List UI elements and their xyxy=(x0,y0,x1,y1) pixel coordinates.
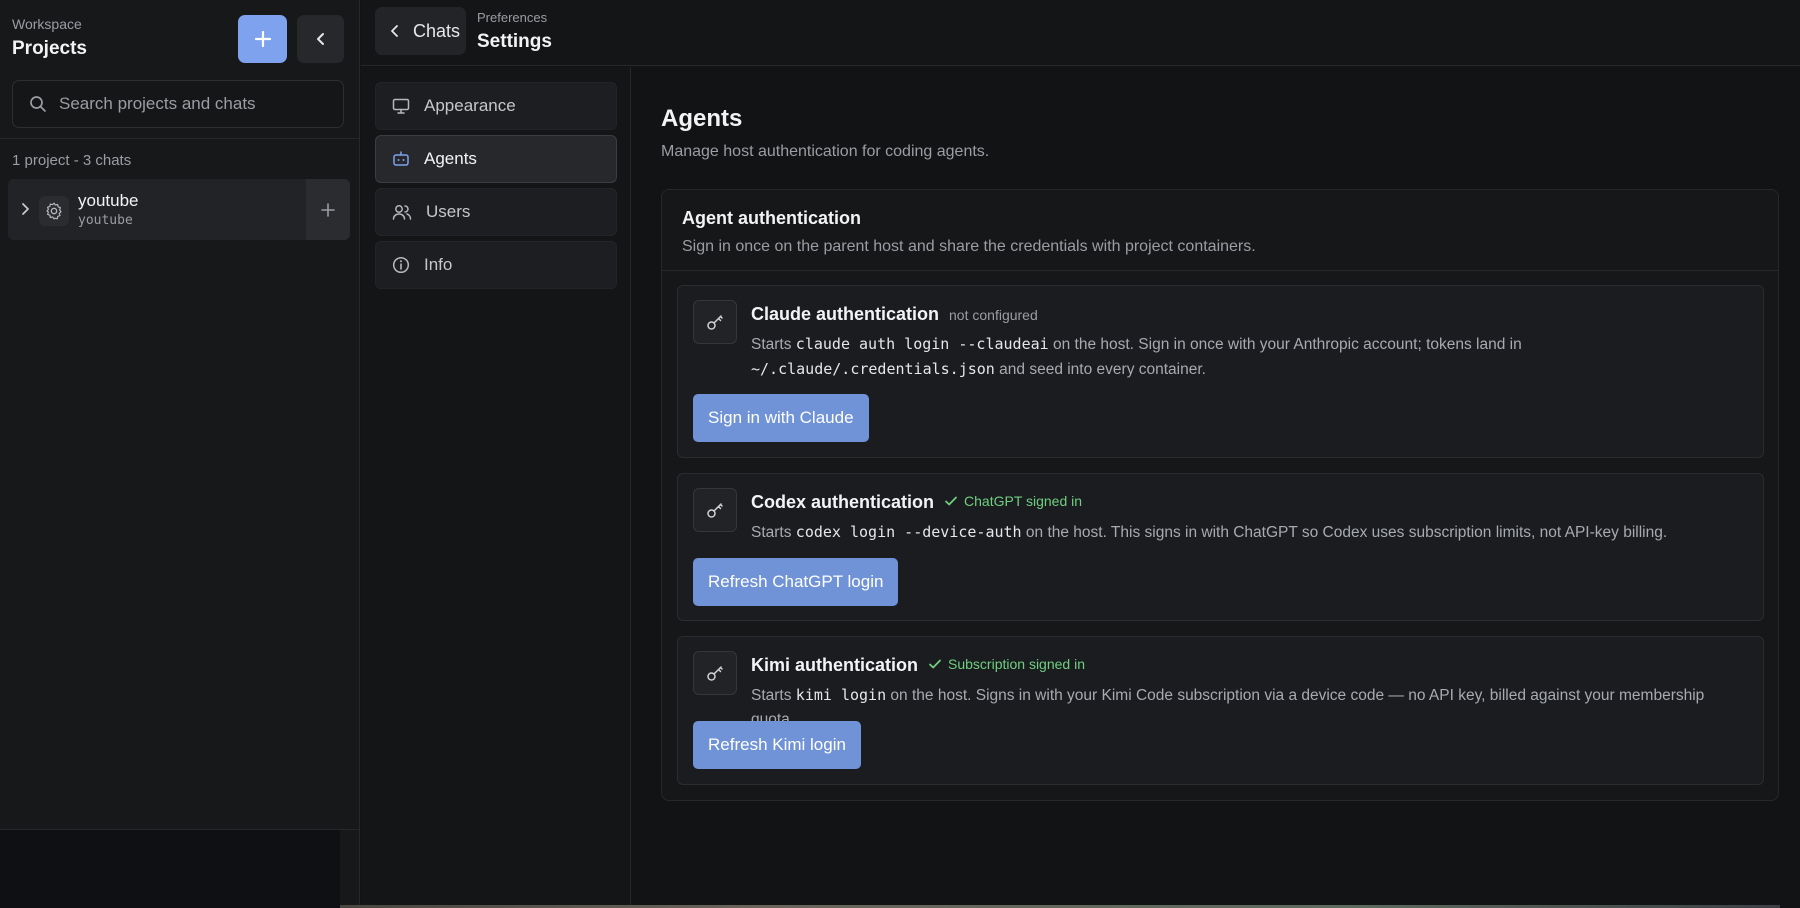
path-code: ~/.claude/.credentials.json xyxy=(751,360,995,378)
search-box[interactable] xyxy=(12,80,344,128)
desc-text: Starts xyxy=(751,687,792,704)
breadcrumb-parent: Preferences xyxy=(477,10,548,25)
command-code: kimi login xyxy=(795,686,887,704)
sidebar-footer xyxy=(0,830,340,908)
plus-icon xyxy=(321,202,335,217)
back-to-chats-button[interactable]: Chats xyxy=(375,7,466,55)
claude-auth-header: Claude authentication not configured xyxy=(751,304,1038,325)
auth-description: Starts codex login --device-auth on the … xyxy=(751,520,1751,545)
sidebar-title: Projects xyxy=(12,38,87,59)
desc-text: Starts xyxy=(751,336,792,353)
monitor-icon xyxy=(392,98,410,114)
card-header: Agent authentication Sign in once on the… xyxy=(682,208,1256,256)
desc-text: and seed into every container. xyxy=(999,361,1206,378)
plus-icon xyxy=(254,30,271,48)
project-count: 1 project - 3 chats xyxy=(12,152,132,169)
codex-auth-panel: Codex authentication ChatGPT signed in S… xyxy=(677,473,1764,621)
nav-label: Agents xyxy=(424,149,477,168)
sidebar-header: Workspace Projects xyxy=(12,16,87,60)
breadcrumb: Preferences Settings xyxy=(477,10,552,53)
auth-description: Starts kimi login on the host. Signs in … xyxy=(751,683,1751,732)
nav-label: Appearance xyxy=(424,96,516,115)
chevron-left-icon xyxy=(316,33,324,45)
page-title: Settings xyxy=(477,31,552,52)
status-badge: ChatGPT signed in xyxy=(944,493,1082,509)
kimi-auth-header: Kimi authentication Subscription signed … xyxy=(751,655,1085,676)
search-input[interactable] xyxy=(59,94,319,114)
nav-label: Users xyxy=(426,202,471,221)
desc-text: on the host. Signs in with your Kimi Cod… xyxy=(751,687,1705,728)
nav-item-agents[interactable]: Agents xyxy=(375,135,617,183)
nav-label: Info xyxy=(424,255,453,274)
gear-icon xyxy=(39,196,69,226)
agent-auth-card: Agent authentication Sign in once on the… xyxy=(661,189,1779,801)
section-title: Agents xyxy=(661,105,743,132)
workspace-label: Workspace xyxy=(12,16,82,32)
check-icon xyxy=(929,659,941,669)
auth-name: Codex authentication xyxy=(751,492,935,512)
nav-item-info[interactable]: Info xyxy=(375,241,617,289)
project-sub: youtube xyxy=(78,213,133,228)
status-text: ChatGPT signed in xyxy=(964,493,1083,509)
card-title: Agent authentication xyxy=(682,208,861,228)
command-code: codex login --device-auth xyxy=(795,523,1022,541)
back-label: Chats xyxy=(413,20,461,41)
info-icon xyxy=(392,256,410,274)
status-text: Subscription signed in xyxy=(948,656,1085,672)
chevron-right-icon[interactable] xyxy=(18,201,32,222)
card-subtitle: Sign in once on the parent host and shar… xyxy=(682,238,1256,255)
project-name: youtube xyxy=(78,191,139,210)
add-chat-button[interactable] xyxy=(306,179,350,240)
key-icon xyxy=(693,488,737,532)
check-icon xyxy=(945,496,957,506)
auth-name: Claude authentication xyxy=(751,304,940,324)
desc-text: on the host. This signs in with ChatGPT … xyxy=(1025,524,1668,541)
bot-icon xyxy=(393,151,409,166)
key-icon xyxy=(693,651,737,695)
chevron-left-icon xyxy=(391,25,398,37)
codex-auth-header: Codex authentication ChatGPT signed in xyxy=(751,492,1082,513)
new-project-button[interactable] xyxy=(238,15,287,63)
card-divider xyxy=(662,270,1778,271)
search-icon xyxy=(30,96,46,112)
auth-name: Kimi authentication xyxy=(751,655,919,675)
key-icon xyxy=(693,300,737,344)
top-bar: Chats Preferences Settings xyxy=(361,0,1800,66)
nav-item-users[interactable]: Users xyxy=(375,188,617,236)
settings-content: Agents Manage host authentication for co… xyxy=(632,67,1800,908)
status-badge: Subscription signed in xyxy=(928,656,1085,672)
claude-auth-panel: Claude authentication not configured Sta… xyxy=(677,285,1764,458)
project-item-youtube[interactable]: youtube youtube xyxy=(8,179,350,240)
settings-nav: Appearance Agents Users Info xyxy=(361,67,631,908)
kimi-auth-panel: Kimi authentication Subscription signed … xyxy=(677,636,1764,785)
desc-text: Starts xyxy=(751,524,792,541)
sign-in-claude-button[interactable]: Sign in with Claude xyxy=(693,394,869,442)
section-subtitle: Manage host authentication for coding ag… xyxy=(661,143,990,160)
desc-text: on the host. Sign in once with your Anth… xyxy=(1052,336,1522,353)
refresh-kimi-login-button[interactable]: Refresh Kimi login xyxy=(693,721,861,769)
status-badge: not configured xyxy=(949,307,1038,323)
users-icon xyxy=(392,205,412,220)
projects-sidebar: Workspace Projects 1 project - 3 chats y… xyxy=(0,0,360,908)
refresh-chatgpt-login-button[interactable]: Refresh ChatGPT login xyxy=(693,558,899,606)
sidebar-divider xyxy=(0,138,360,139)
collapse-sidebar-button[interactable] xyxy=(297,15,344,63)
command-code: claude auth login --claudeai xyxy=(795,335,1049,353)
nav-item-appearance[interactable]: Appearance xyxy=(375,82,617,130)
auth-description: Starts claude auth login --claudeai on t… xyxy=(751,332,1751,382)
